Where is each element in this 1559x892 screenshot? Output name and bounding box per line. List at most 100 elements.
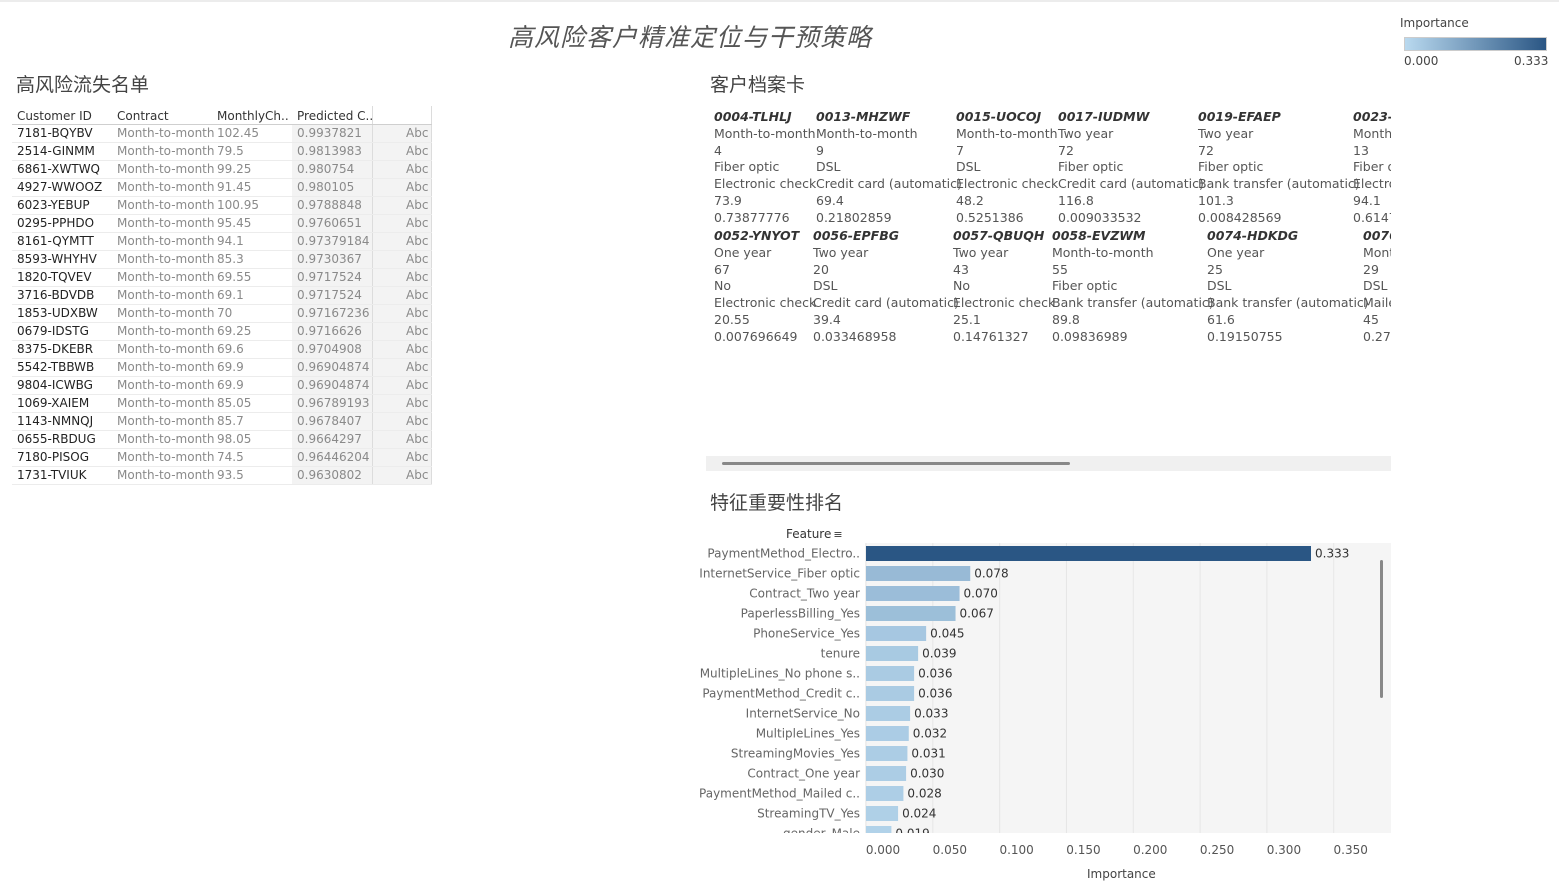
cell-contract: Month-to-month [117, 306, 215, 320]
column-header-contract[interactable]: Contract [117, 109, 169, 123]
customer-profile-card[interactable]: 0023-XUOPTMonth-to-month13Fiber opticEle… [1353, 109, 1391, 227]
customer-profile-card[interactable]: 0015-UOCOJ Month-to-month 7 DSL Electronic c… [956, 109, 1058, 227]
table-row[interactable]: 9804-ICWBG Month-to-month 69.9 0.96904874 Ab… [12, 377, 432, 395]
table-row[interactable]: 3716-BDVDB Month-to-month 69.1 0.9717524 Abc [12, 287, 432, 305]
card-field: 101.3 [1198, 192, 1234, 208]
cell-monthly-charges: 69.9 [217, 360, 244, 374]
vertical-scrollbar-thumb[interactable] [1380, 560, 1383, 698]
card-field: DSL [956, 159, 981, 175]
card-field: 9 [816, 142, 824, 158]
card-field: 94.1 [1353, 192, 1381, 208]
cell-monthly-charges: 69.55 [217, 270, 252, 284]
customer-profile-card[interactable]: 0019-EFAEP Two year 72 Fiber optic Bank tran… [1198, 109, 1360, 227]
column-header-customer-id[interactable]: Customer ID [17, 109, 92, 123]
customer-profile-card[interactable]: 0076-LVEPSMonth-to-month29DSLMailed chec… [1363, 228, 1391, 346]
cell-monthly-charges: 99.25 [217, 162, 252, 176]
cell-monthly-charges: 100.95 [217, 198, 259, 212]
customer-profile-card[interactable]: 0017-IUDMW Two year 72 Fiber optic Credit ca… [1058, 109, 1204, 227]
card-customer-id: 0013-MHZWF [816, 109, 911, 124]
table-row[interactable]: 1731-TVIUK Month-to-month 93.5 0.9630802 Abc [12, 467, 432, 485]
table-row[interactable]: 4927-WWOOZ Month-to-month 91.45 0.980105 Abc [12, 179, 432, 197]
sort-descending-icon[interactable]: ≡ [833, 528, 842, 541]
cell-customer-id: 7180-PISOG [17, 450, 90, 464]
table-row[interactable]: 6023-YEBUP Month-to-month 100.95 0.9788848 A… [12, 197, 432, 215]
table-row[interactable]: 8593-WHYHV Month-to-month 85.3 0.9730367 Abc [12, 251, 432, 269]
card-field: One year [714, 244, 772, 260]
cell-predicted-churn: 0.9664297 [297, 432, 362, 446]
card-field: 72 [1058, 142, 1074, 158]
cell-abc: Abc [406, 180, 429, 194]
table-row[interactable]: 1820-TQVEV Month-to-month 69.55 0.9717524 Ab… [12, 269, 432, 287]
column-header-predicted-churn[interactable]: Predicted C.. [297, 109, 373, 123]
card-field: 45 [1363, 311, 1379, 327]
customer-profile-card[interactable]: 0052-YNYOT One year 67 No Electronic check 20… [714, 228, 816, 346]
card-field: 0.273 [1363, 328, 1391, 344]
table-row[interactable]: 0295-PPHDO Month-to-month 95.45 0.9760651 Ab… [12, 215, 432, 233]
cell-customer-id: 9804-ICWBG [17, 378, 93, 392]
table-row[interactable]: 7181-BQYBV Month-to-month 102.45 0.9937821 A… [12, 125, 432, 143]
table-row[interactable]: 7180-PISOG Month-to-month 74.5 0.96446204 Ab… [12, 449, 432, 467]
card-field: Bank transfer (automatic) [1207, 295, 1369, 311]
card-field: No [953, 278, 970, 294]
horizontal-scrollbar-thumb[interactable] [722, 462, 1070, 465]
cell-abc: Abc [406, 234, 429, 248]
card-field: 25 [1207, 261, 1223, 277]
x-tick-label: 0.300 [1267, 843, 1301, 857]
card-field: DSL [816, 159, 841, 175]
table-row[interactable]: 5542-TBBWB Month-to-month 69.9 0.96904874 Ab… [12, 359, 432, 377]
cell-predicted-churn: 0.9704908 [297, 342, 362, 356]
cell-monthly-charges: 79.5 [217, 144, 244, 158]
card-customer-id: 0015-UOCOJ [956, 109, 1042, 124]
cell-contract: Month-to-month [117, 198, 215, 212]
customer-profile-card[interactable]: 0058-EVZWM Month-to-month 55 Fiber optic Ban… [1052, 228, 1214, 346]
cell-contract: Month-to-month [117, 450, 215, 464]
card-field: One year [1207, 244, 1265, 260]
card-field: 0.008428569 [1198, 209, 1282, 225]
cell-contract: Month-to-month [117, 414, 215, 428]
cell-contract: Month-to-month [117, 288, 215, 302]
cell-contract: Month-to-month [117, 162, 215, 176]
cell-monthly-charges: 69.25 [217, 324, 252, 338]
card-field: 55 [1052, 261, 1068, 277]
table-row[interactable]: 8161-QYMTT Month-to-month 94.1 0.97379184 Ab… [12, 233, 432, 251]
card-field: Credit card (automatic) [816, 176, 962, 192]
customer-profile-card[interactable]: 0004-TLHLJ Month-to-month 4 Fiber optic Elec… [714, 109, 816, 227]
customer-profile-card[interactable]: 0057-QBUQH Two year 43 No Electronic check 25… [953, 228, 1055, 346]
cell-monthly-charges: 94.1 [217, 234, 244, 248]
customer-profile-card[interactable]: 0056-EPFBG Two year 20 DSL Credit card (auto… [813, 228, 959, 346]
table-row[interactable]: 6861-XWTWQ Month-to-month 99.25 0.980754 Abc [12, 161, 432, 179]
profile-cards-area: 0004-TLHLJ Month-to-month 4 Fiber optic Elec… [706, 106, 1391, 356]
card-field: 39.4 [813, 311, 841, 327]
cell-predicted-churn: 0.96446204 [297, 450, 370, 464]
customer-profile-card[interactable]: 0074-HDKDG One year 25 DSL Bank transfer (au… [1207, 228, 1369, 346]
card-field: 0.09836989 [1052, 328, 1128, 344]
table-row[interactable]: 1853-UDXBW Month-to-month 70 0.97167236 Abc [12, 305, 432, 323]
feature-axis-header[interactable]: Feature ≡ [786, 527, 843, 541]
card-field: 116.8 [1058, 192, 1094, 208]
table-row[interactable]: 1069-XAIEM Month-to-month 85.05 0.96789193 A… [12, 395, 432, 413]
card-field: 20.55 [714, 311, 750, 327]
card-customer-id: 0057-QBUQH [953, 228, 1045, 243]
card-field: 25.1 [953, 311, 981, 327]
cell-monthly-charges: 93.5 [217, 468, 244, 482]
table-row[interactable]: 0655-RBDUG Month-to-month 98.05 0.9664297 Ab… [12, 431, 432, 449]
customer-profile-card[interactable]: 0013-MHZWF Month-to-month 9 DSL Credit card … [816, 109, 962, 227]
cell-contract: Month-to-month [117, 144, 215, 158]
cell-monthly-charges: 85.3 [217, 252, 244, 266]
card-field: Fiber optic [1198, 159, 1264, 175]
cell-customer-id: 1853-UDXBW [17, 306, 98, 320]
card-field: 0.21802859 [816, 209, 892, 225]
table-row[interactable]: 0679-IDSTG Month-to-month 69.25 0.9716626 Ab… [12, 323, 432, 341]
table-row[interactable]: 2514-GINMM Month-to-month 79.5 0.9813983 Abc [12, 143, 432, 161]
table-row[interactable]: 1143-NMNQJ Month-to-month 85.7 0.9678407 Abc [12, 413, 432, 431]
column-header-monthly-charges[interactable]: MonthlyCh.. [217, 109, 289, 123]
card-field: Credit card (automatic) [1058, 176, 1204, 192]
card-customer-id: 0056-EPFBG [813, 228, 900, 243]
cell-predicted-churn: 0.97379184 [297, 234, 370, 248]
cell-contract: Month-to-month [117, 126, 215, 140]
card-field: Two year [813, 244, 869, 260]
cell-abc: Abc [406, 342, 429, 356]
card-field: Bank transfer (automatic) [1052, 295, 1214, 311]
table-row[interactable]: 8375-DKEBR Month-to-month 69.6 0.9704908 Abc [12, 341, 432, 359]
cell-contract: Month-to-month [117, 432, 215, 446]
